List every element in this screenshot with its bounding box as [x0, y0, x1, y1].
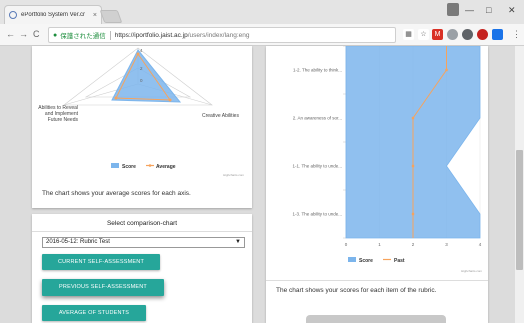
browser-toolbar: ← → C ● 保護された通信 https://iportfolio.jaist… — [0, 24, 524, 46]
category-label: 1-2. The ability to think... — [293, 68, 342, 73]
legend-past-label: Past — [394, 258, 405, 264]
profile-icon[interactable] — [447, 3, 459, 16]
previous-self-assessment-button[interactable]: PREVIOUS SELF-ASSESSMENT — [42, 279, 164, 296]
radar-axis-label-left-line3: Future Needs — [48, 117, 79, 123]
new-tab-button[interactable] — [99, 10, 123, 23]
past-point — [411, 212, 415, 216]
x-tick-label: 2 — [412, 242, 415, 247]
radar-tick-label: 4 — [140, 48, 143, 53]
legend-average-marker — [148, 164, 152, 167]
extension-shield-icon[interactable] — [447, 29, 458, 40]
rubric-chart-card: 0 1 2 3 4 1-2. The ability to think... 2. An a… — [266, 46, 488, 323]
highcharts-credit[interactable]: Highcharts.com — [223, 173, 244, 177]
extension-globe-icon[interactable] — [462, 29, 473, 40]
favicon-icon — [9, 11, 17, 19]
comparison-select-value: 2016-05-12: Rubric Test — [46, 239, 110, 245]
radar-chart-card: 4 2 0 Abilities to Reveal and Implement … — [32, 46, 252, 208]
radar-caption: The chart shows your average scores for … — [42, 190, 191, 197]
comparison-card: Select comparison-chart 2016-05-12: Rubr… — [32, 214, 252, 323]
legend-score-swatch — [111, 163, 119, 168]
divider — [32, 231, 252, 232]
lock-icon: ● — [53, 31, 58, 39]
category-label: 2. An awareness of sor... — [293, 116, 342, 121]
rubric-caption: The chart shows your scores for each ite… — [276, 287, 437, 294]
x-tick-label: 3 — [445, 242, 448, 247]
url-host: https://iportfolio.jaist.ac.jp — [114, 31, 188, 39]
floating-action-bar[interactable] — [306, 315, 446, 323]
url-text: https://iportfolio.jaist.ac.jp/users/ind… — [115, 32, 250, 39]
category-label: 1-3. The ability to unde... — [293, 212, 342, 217]
extension-gmail-icon[interactable]: M — [432, 29, 443, 40]
comparison-title: Select comparison-chart — [106, 220, 178, 227]
x-tick-label: 1 — [378, 242, 381, 247]
browser-titlebar: ePortfolio System Ver.cr × — □ ✕ — [0, 0, 524, 24]
category-label: 1-1. The ability to unde... — [293, 164, 342, 169]
radar-axis-label-right: Creative Abilities — [202, 113, 239, 119]
x-tick-label: 0 — [345, 242, 348, 247]
past-point — [411, 116, 415, 120]
back-button[interactable]: ← — [6, 29, 15, 39]
close-window-button[interactable]: ✕ — [508, 5, 516, 16]
radar-chart: 4 2 0 Abilities to Reveal and Implement … — [38, 47, 244, 177]
tab-close-icon[interactable]: × — [93, 12, 97, 19]
translate-icon[interactable]: ▦ — [403, 29, 414, 40]
legend-average-label[interactable]: Average — [156, 164, 176, 170]
average-of-students-button[interactable]: AVERAGE OF STUDENTS — [42, 305, 146, 321]
divider — [266, 280, 488, 281]
address-bar[interactable]: ● 保護された通信 https://iportfolio.jaist.ac.jp… — [48, 27, 396, 43]
chevron-down-icon: ▼ — [235, 239, 241, 245]
forward-button[interactable]: → — [19, 29, 28, 39]
legend-score-swatch — [348, 257, 356, 262]
url-path: /users/index/lang:eng — [187, 31, 250, 39]
radar-score-area — [111, 49, 182, 103]
tab-title: ePortfolio System Ver.cr — [21, 12, 86, 18]
page-content: 4 2 0 Abilities to Reveal and Implement … — [0, 46, 524, 323]
legend-score-label: Score — [359, 258, 373, 264]
bookmark-star-icon[interactable]: ☆ — [418, 29, 429, 40]
x-tick-label: 4 — [479, 242, 482, 247]
current-self-assessment-button[interactable]: CURRENT SELF-ASSESSMENT — [42, 254, 160, 270]
past-point — [411, 164, 415, 168]
maximize-button[interactable]: □ — [486, 5, 491, 15]
minimize-button[interactable]: — — [465, 5, 474, 15]
legend-score-label[interactable]: Score — [122, 164, 136, 170]
browser-tab[interactable]: ePortfolio System Ver.cr × — [4, 5, 102, 24]
scrollbar-thumb[interactable] — [516, 150, 523, 270]
left-column: 4 2 0 Abilities to Reveal and Implement … — [32, 46, 252, 323]
address-separator — [109, 30, 111, 40]
extension-blue-icon[interactable] — [492, 29, 503, 40]
secure-label: 保護された通信 — [60, 33, 106, 40]
radar-average-point — [114, 96, 118, 100]
extension-stop-icon[interactable] — [477, 29, 488, 40]
radar-average-point — [168, 98, 172, 102]
past-point — [445, 68, 448, 72]
right-column: 0 1 2 3 4 1-2. The ability to think... 2. An a… — [266, 46, 488, 323]
comparison-select[interactable]: 2016-05-12: Rubric Test ▼ — [42, 237, 245, 248]
highcharts-credit: Highcharts.com — [461, 269, 482, 273]
reload-button[interactable]: C — [33, 29, 40, 39]
browser-menu-icon[interactable]: ⋮ — [512, 29, 521, 40]
rubric-chart: 0 1 2 3 4 1-2. The ability to think... 2. An a… — [293, 46, 482, 273]
